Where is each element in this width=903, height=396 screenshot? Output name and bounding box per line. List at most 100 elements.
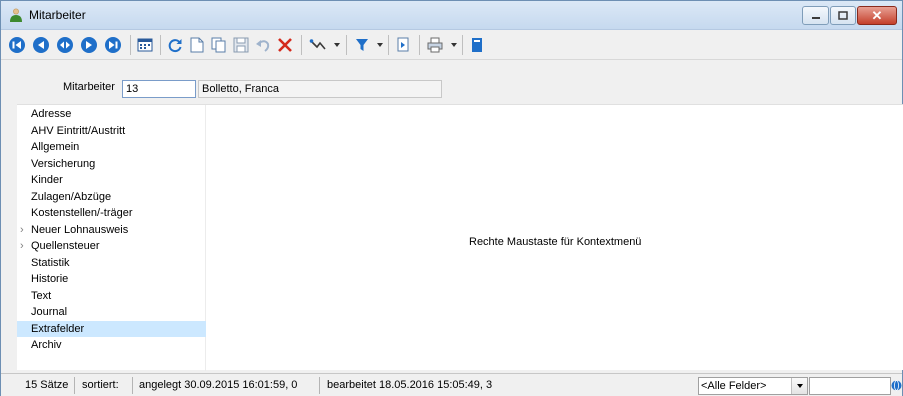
first-record-button[interactable] — [7, 34, 27, 56]
close-icon: ✕ — [871, 7, 883, 23]
tree-item[interactable]: Kinder — [17, 172, 206, 188]
tree-item-label: Kostenstellen/-träger — [31, 207, 133, 219]
created-timestamp: angelegt 30.09.2015 16:01:59, 0 — [139, 379, 298, 391]
tree-item-label: Quellensteuer — [31, 240, 100, 252]
previous-record-button[interactable] — [31, 34, 51, 56]
people-icon — [10, 8, 22, 22]
tree-item-label: Kinder — [31, 174, 63, 186]
toolbar-separator — [419, 35, 420, 55]
tree-item[interactable]: Allgemein — [17, 139, 206, 155]
copy-record-button[interactable] — [209, 34, 229, 56]
calendar-button[interactable] — [135, 34, 155, 56]
tree-item[interactable]: › Quellensteuer — [17, 238, 206, 254]
mitarbeiter-label: Mitarbeiter — [63, 81, 115, 93]
copy-record-icon — [211, 37, 226, 53]
first-record-icon — [9, 37, 25, 53]
tree-item-label: Journal — [31, 306, 68, 318]
tree-item[interactable]: Journal — [17, 304, 206, 320]
maximize-button[interactable] — [830, 6, 856, 25]
save-icon — [233, 37, 249, 53]
tree-item[interactable]: Text — [17, 288, 206, 304]
sort-label: sortiert: — [82, 379, 119, 391]
toolbar-separator — [130, 35, 131, 55]
export-button[interactable] — [393, 34, 413, 56]
record-header: Mitarbeiter 13 Bolletto, Franca — [1, 60, 902, 100]
toolbar — [1, 30, 902, 60]
title-bar: Mitarbeiter ✕ — [1, 1, 902, 30]
navigation-tree: Adresse AHV Eintritt/Austritt Allgemein Ver… — [17, 105, 206, 371]
tree-item[interactable]: Kostenstellen/-träger — [17, 205, 206, 221]
tree-item-label: Adresse — [31, 108, 72, 120]
tree-item[interactable]: AHV Eintritt/Austritt — [17, 123, 206, 139]
previous-record-icon — [33, 37, 49, 53]
mitarbeiter-number-input[interactable]: 13 — [122, 80, 196, 98]
minimize-icon — [811, 16, 820, 19]
tree-item[interactable]: Zulagen/Abzüge — [17, 189, 206, 205]
context-menu-hint: Rechte Maustaste für Kontextmenü — [469, 236, 642, 248]
refresh-button[interactable] — [165, 34, 185, 56]
next-record-button[interactable] — [79, 34, 99, 56]
last-record-button[interactable] — [103, 34, 123, 56]
filter-dropdown-arrow[interactable] — [377, 43, 383, 47]
tree-item[interactable]: Extrafelder — [17, 320, 206, 337]
main-panel: Adresse AHV Eintritt/Austritt Allgemein Ver… — [17, 104, 903, 371]
search-input[interactable] — [809, 377, 891, 395]
help-icon — [472, 38, 482, 52]
link-dropdown-arrow[interactable] — [334, 43, 340, 47]
chevron-right-icon[interactable]: › — [20, 222, 30, 238]
chevron-down-icon[interactable] — [791, 378, 807, 394]
tree-item-label: Historie — [31, 273, 69, 285]
save-button[interactable] — [231, 34, 251, 56]
tree-item-label: Versicherung — [31, 157, 96, 170]
help-button[interactable] — [467, 34, 487, 56]
new-record-button[interactable] — [187, 34, 207, 56]
tree-item[interactable]: Adresse — [17, 106, 206, 122]
tree-item-label: Extrafelder — [31, 322, 85, 335]
print-button[interactable] — [424, 34, 446, 56]
refresh-icon — [168, 39, 182, 53]
close-button[interactable]: ✕ — [857, 6, 897, 25]
new-record-icon — [190, 37, 204, 53]
link-button[interactable] — [307, 34, 329, 56]
undo-icon — [256, 40, 270, 52]
tree-item-label: Zulagen/Abzüge — [31, 190, 112, 203]
maximize-icon — [838, 11, 848, 20]
tree-item-label: AHV Eintritt/Austritt — [31, 124, 126, 137]
link-icon — [309, 39, 326, 50]
tree-item[interactable]: › Neuer Lohnausweis — [17, 222, 206, 238]
window-title: Mitarbeiter — [29, 8, 86, 22]
next-record-icon — [81, 37, 97, 53]
toolbar-separator — [462, 35, 463, 55]
delete-icon — [278, 38, 292, 52]
tree-item-label: Neuer Lohnausweis — [31, 223, 129, 236]
record-list-button[interactable] — [55, 34, 75, 56]
filter-button[interactable] — [351, 34, 373, 56]
globe-icon[interactable] — [891, 379, 902, 392]
chevron-right-icon[interactable]: › — [20, 238, 30, 254]
tree-item[interactable]: Historie — [17, 271, 206, 287]
status-bar: 15 Sätze sortiert: angelegt 30.09.2015 1… — [1, 373, 902, 396]
undo-button[interactable] — [253, 34, 273, 56]
tree-item[interactable]: Versicherung — [17, 156, 206, 172]
tree-item[interactable]: Archiv — [17, 337, 206, 353]
field-filter-value: <Alle Felder> — [701, 380, 767, 392]
tree-item-label: Statistik — [31, 256, 70, 269]
toolbar-separator — [160, 35, 161, 55]
edited-timestamp: bearbeitet 18.05.2016 15:05:49, 3 — [327, 379, 493, 391]
toolbar-separator — [346, 35, 347, 55]
print-dropdown-arrow[interactable] — [451, 43, 457, 47]
export-icon — [397, 37, 409, 52]
status-separator — [319, 377, 320, 394]
mitarbeiter-name-field: Bolletto, Franca — [198, 80, 442, 98]
status-separator — [132, 377, 133, 394]
toolbar-separator — [388, 35, 389, 55]
delete-button[interactable] — [275, 34, 295, 56]
calendar-icon — [137, 38, 153, 52]
status-separator — [74, 377, 75, 394]
toolbar-separator — [301, 35, 302, 55]
tree-item-label: Archiv — [31, 339, 62, 351]
minimize-button[interactable] — [802, 6, 829, 25]
field-filter-select[interactable]: <Alle Felder> — [698, 377, 808, 395]
record-count: 15 Sätze — [25, 379, 69, 391]
tree-item[interactable]: Statistik — [17, 255, 206, 271]
